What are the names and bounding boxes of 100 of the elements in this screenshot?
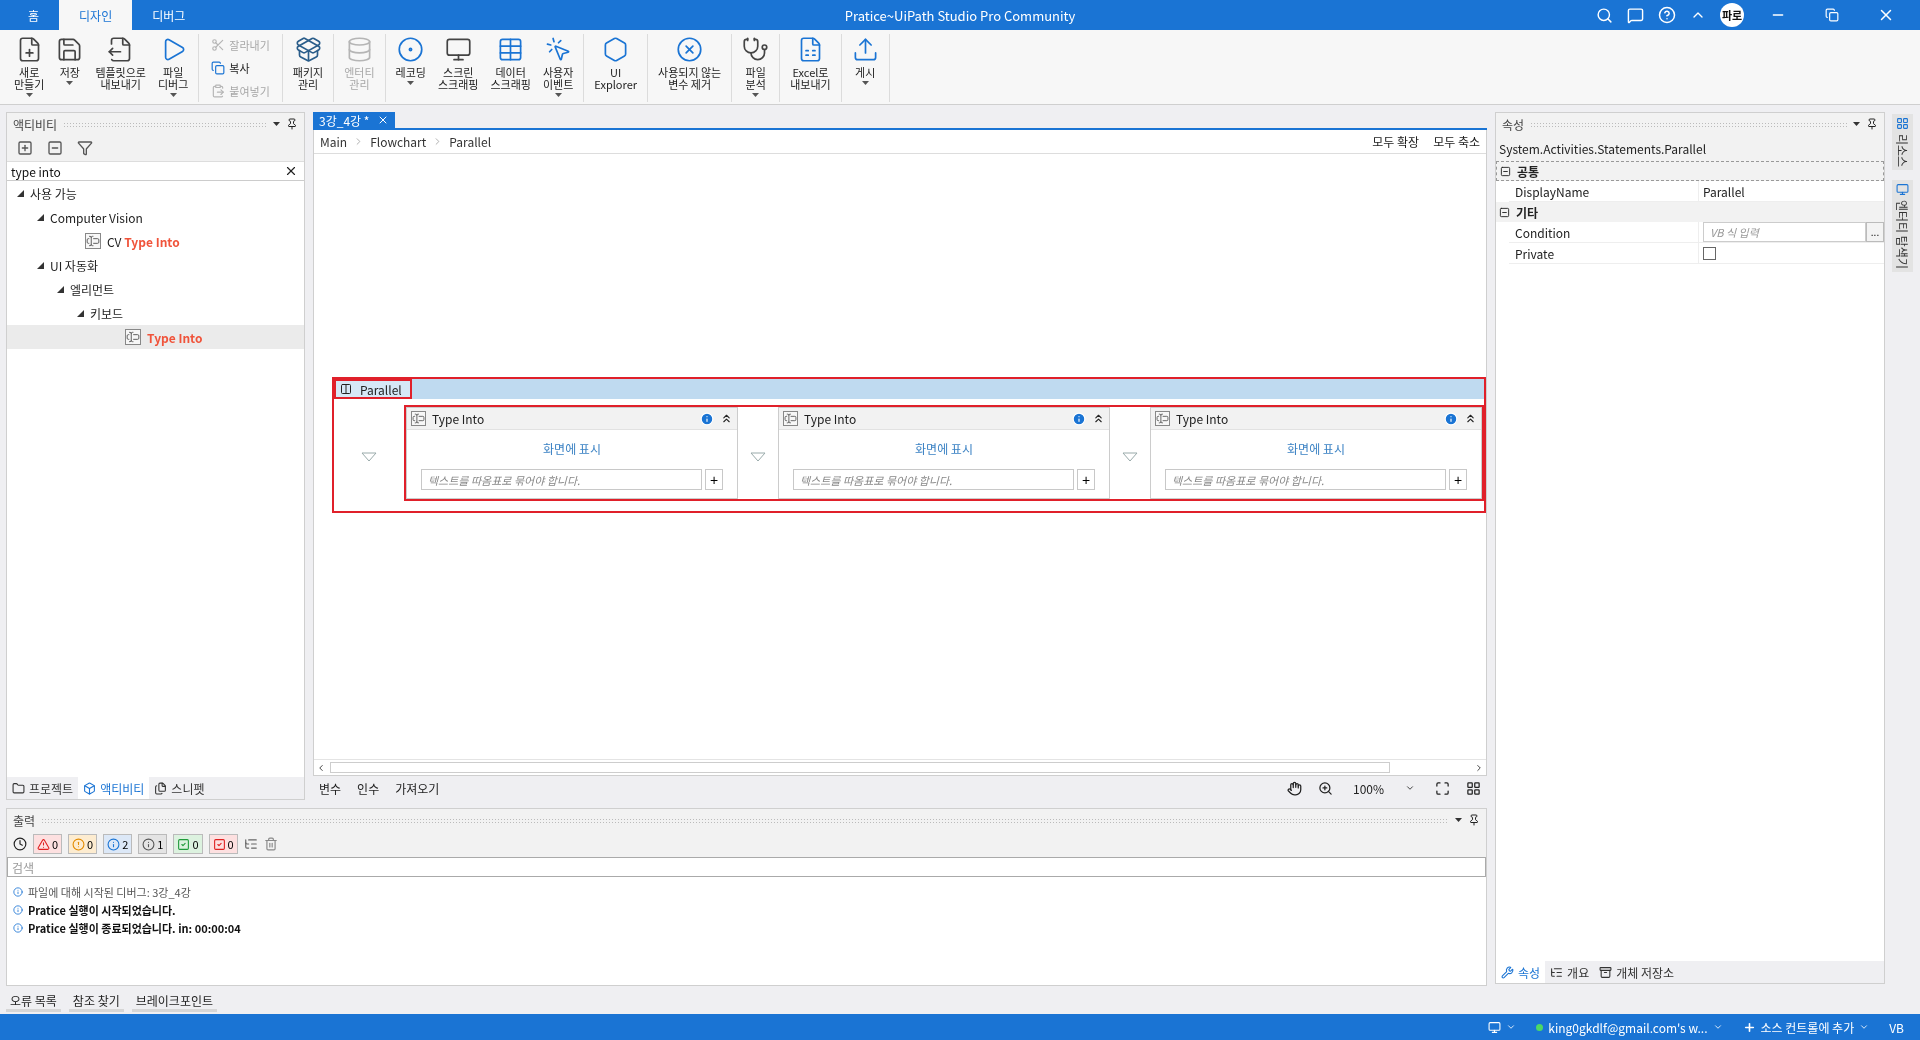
tree-item[interactable]: 엘리먼트	[7, 277, 304, 301]
text-field[interactable]: 텍스트를 따옴표로 묶어야 합니다.	[793, 469, 1074, 490]
ribbon-button[interactable]: 사용자 이벤트	[536, 34, 580, 102]
tree-item[interactable]: 사용 가능	[7, 181, 304, 205]
text-field[interactable]: 텍스트를 따옴표로 묶어야 합니다.	[421, 469, 702, 490]
expression-field[interactable]: VB 식 입력	[1703, 222, 1866, 242]
panel-tab[interactable]: 개요	[1545, 961, 1595, 983]
search-field[interactable]: 검색	[7, 857, 1486, 877]
panel-tab[interactable]: 속성	[1496, 961, 1546, 983]
add-button[interactable]: +	[705, 469, 723, 490]
ribbon-button[interactable]: UI Explorer	[588, 34, 643, 102]
document-tab[interactable]: 3강_4강 *	[313, 112, 396, 128]
ribbon-button[interactable]: 스크린 스크래핑	[431, 34, 485, 102]
designer-action[interactable]: 모두 축소	[1433, 133, 1480, 150]
log-filter-button[interactable]: 2	[103, 834, 133, 854]
ribbon-button[interactable]: 복사	[209, 59, 272, 77]
log-filter-button[interactable]: 1	[138, 834, 168, 854]
scroll-right-icon[interactable]	[1474, 762, 1484, 773]
tree-item[interactable]: CV Type Into	[7, 229, 304, 253]
expand-all-icon[interactable]	[17, 140, 33, 156]
list-icon[interactable]	[243, 837, 258, 851]
activity-header[interactable]: Parallel	[334, 379, 412, 399]
feedback-icon[interactable]	[1627, 6, 1644, 24]
breadcrumb-item[interactable]: Parallel	[449, 133, 492, 150]
ribbon-button[interactable]: 파일 분석	[736, 34, 776, 102]
fit-screen-icon[interactable]	[1435, 780, 1450, 796]
indicate-link[interactable]: 화면에 표시	[543, 440, 601, 457]
panel-tab[interactable]: 개체 저장소	[1594, 961, 1680, 983]
indicate-link[interactable]: 화면에 표시	[915, 440, 973, 457]
pin-icon[interactable]	[1468, 814, 1480, 826]
log-filter-button[interactable]: 0	[33, 834, 63, 854]
type-into-activity[interactable]: Type Into 화면에 표시 텍스트를 따옴표로 묶어야 합니다. +	[1150, 407, 1482, 499]
help-icon[interactable]	[1658, 6, 1676, 24]
breadcrumb-item[interactable]: Main	[320, 133, 348, 150]
collapse-icon[interactable]	[1092, 412, 1105, 425]
add-button[interactable]: +	[1449, 469, 1467, 490]
menu-tab[interactable]: 디버그	[132, 0, 206, 30]
type-into-activity[interactable]: Type Into 화면에 표시 텍스트를 따옴표로 묶어야 합니다. +	[778, 407, 1110, 499]
source-control-button[interactable]: 소스 컨트롤에 추가	[1742, 1018, 1870, 1036]
parallel-activity[interactable]: Parallel Type Into 화면에 표시 텍스트를 따옴표로 묶어야 합니다. + Type Into 화면에 표시 텍스트를 따옴표로 묶어야 합니다. + Type Into 화면에 표시 텍스트를 따옴표로 묶어야 합니다. +	[332, 377, 1486, 513]
browse-button[interactable]: ...	[1866, 222, 1884, 242]
log-filter-button[interactable]: 0	[68, 834, 98, 854]
pin-icon[interactable]	[1866, 118, 1878, 130]
designer-tab[interactable]: 가져오기	[395, 779, 440, 797]
property-name: DisplayName	[1509, 181, 1699, 201]
search-icon[interactable]	[1596, 6, 1613, 24]
ribbon-button[interactable]: 패키지 관리	[286, 34, 330, 102]
collapse-all-icon[interactable]	[47, 140, 63, 156]
breadcrumb-item[interactable]: Flowchart	[370, 133, 427, 150]
side-tab[interactable]: 리소스	[1892, 114, 1913, 171]
user-avatar[interactable]: 파로	[1720, 3, 1744, 27]
folder-icon	[12, 781, 25, 795]
menu-tab[interactable]: 홈	[8, 0, 60, 30]
ribbon-button[interactable]: 새로 만들기	[8, 34, 51, 102]
clear-icon[interactable]	[284, 164, 298, 178]
log-filter-button[interactable]: 0	[208, 834, 238, 854]
panel-tab[interactable]: 액티비티	[78, 777, 150, 799]
pin-icon[interactable]	[286, 118, 298, 130]
tree-item[interactable]: Computer Vision	[7, 205, 304, 229]
add-button[interactable]: +	[1077, 469, 1095, 490]
clock-icon[interactable]	[13, 837, 27, 851]
menu-tab[interactable]: 디자인	[59, 0, 133, 30]
filter-icon[interactable]	[77, 140, 93, 156]
ribbon-button[interactable]: 템플릿으로 내보내기	[89, 34, 152, 102]
trash-icon[interactable]	[263, 837, 278, 851]
panel-tab[interactable]: 스니펫	[149, 777, 210, 799]
collapse-icon[interactable]	[1499, 206, 1510, 218]
designer-action[interactable]: 모두 확장	[1372, 133, 1420, 150]
scroll-left-icon[interactable]	[316, 762, 326, 773]
ribbon-button[interactable]: 사용되지 않는 변수 제거	[652, 34, 728, 102]
caret-icon	[169, 93, 177, 97]
indicate-link[interactable]: 화면에 표시	[1287, 440, 1345, 457]
collapse-icon[interactable]	[1464, 412, 1477, 425]
activity-title: Type Into	[1176, 410, 1230, 427]
ribbon-button[interactable]: 파일 디버그	[152, 34, 195, 102]
overview-icon[interactable]	[1466, 780, 1481, 796]
panel-tab[interactable]: 프로젝트	[7, 777, 79, 799]
tree-item[interactable]: UI 자동화	[7, 253, 304, 277]
hand-icon[interactable]	[1287, 780, 1302, 796]
designer-tab[interactable]: 인수	[357, 779, 380, 797]
scrollbar[interactable]	[314, 759, 1486, 775]
property-value[interactable]: Parallel	[1699, 181, 1884, 201]
designer-tab[interactable]: 변수	[319, 779, 342, 797]
collapse-icon[interactable]	[720, 412, 733, 425]
text-field[interactable]: 텍스트를 따옴표로 묶어야 합니다.	[1165, 469, 1446, 490]
ribbon-button[interactable]: 저장	[50, 34, 90, 102]
type-into-activity[interactable]: Type Into 화면에 표시 텍스트를 따옴표로 묶어야 합니다. +	[406, 407, 738, 499]
ribbon-button[interactable]: 데이터 스크래핑	[484, 34, 537, 102]
account-status[interactable]: king0gkdlf@gmail.com's w...	[1536, 1018, 1723, 1036]
side-tab[interactable]: 엔터티 탐색기	[1892, 180, 1913, 273]
collapse-icon[interactable]	[1500, 165, 1511, 177]
ribbon-button[interactable]: 게시	[845, 34, 885, 102]
status-dropdown[interactable]	[1488, 1020, 1517, 1034]
ribbon-button[interactable]: Excel로 내보내기	[784, 34, 837, 102]
log-filter-button[interactable]: 0	[173, 834, 203, 854]
restore-icon[interactable]	[1825, 8, 1839, 22]
checkbox[interactable]	[1703, 246, 1716, 260]
tree-item[interactable]: 키보드	[7, 301, 304, 325]
ribbon-button[interactable]: 레코딩	[389, 34, 432, 102]
zoom-icon[interactable]	[1318, 780, 1333, 796]
